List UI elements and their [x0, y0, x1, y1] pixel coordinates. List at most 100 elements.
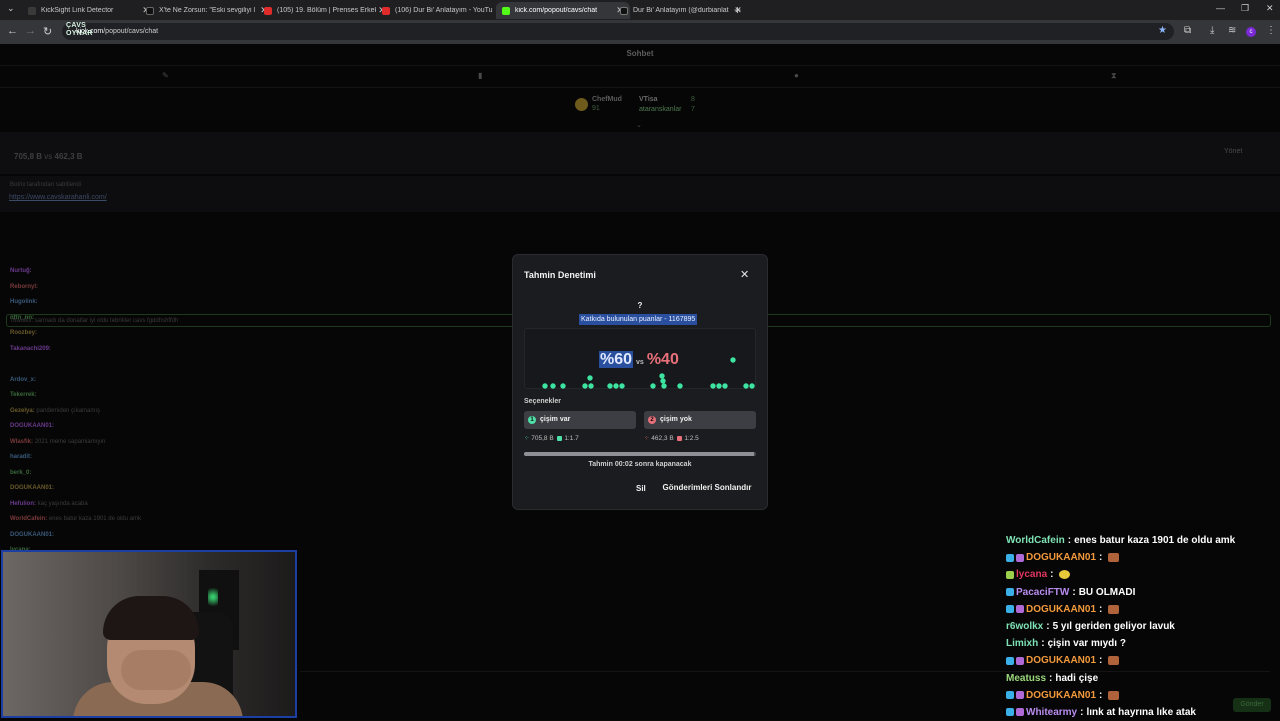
- overlay-chat-separator: :: [1080, 706, 1084, 718]
- overlay-chat-message: r6wolkx:5 yıl geriden geliyor lavuk: [1006, 618, 1276, 635]
- chat-username[interactable]: Nurtuğ:: [10, 268, 32, 274]
- chat-message: WorldCafein: enes batur kaza 1901 de old…: [10, 512, 290, 528]
- overlay-chat-username: lycana: [1016, 569, 1048, 581]
- tab-kick-chat[interactable]: kick.com/popout/cavs/chat ✕: [496, 2, 630, 19]
- chat-message: Hefulion: kaç yaşında acaba: [10, 497, 290, 513]
- prediction-dot: [650, 383, 656, 389]
- prediction-dot: [659, 373, 665, 379]
- divider: [0, 65, 1280, 66]
- overlay-chat-message: lycana:: [1006, 566, 1276, 583]
- tab-search-icon[interactable]: ⌄: [7, 3, 15, 14]
- chat-message: haradit:: [10, 450, 290, 466]
- prediction-dot: [560, 383, 566, 389]
- tab-youtube-2[interactable]: (106) Dur Bi' Anlatayım - YouTu ✕: [376, 2, 510, 19]
- user-badge-icon: [1006, 588, 1014, 597]
- prediction-question: ?: [637, 301, 643, 310]
- tab-groups-icon[interactable]: ≋: [1228, 25, 1236, 36]
- restore-icon[interactable]: ❐: [1241, 3, 1249, 14]
- menu-kebab-icon[interactable]: ⋮: [1266, 25, 1276, 36]
- chat-username[interactable]: Hefulion:: [10, 501, 36, 507]
- option-number-badge: 2: [648, 416, 656, 424]
- chat-username[interactable]: Wlasfik:: [10, 439, 33, 445]
- chat-username[interactable]: Takanachi209:: [10, 346, 51, 352]
- overlay-chat-separator: :: [1050, 569, 1054, 581]
- ratio-icon: [557, 435, 563, 441]
- chat-username[interactable]: Tekerrek:: [10, 392, 37, 398]
- chat-text: kaç yaşında acaba: [37, 500, 88, 507]
- tab-x[interactable]: X'te Ne Zorsun: "Eski sevgiliyi l ✕: [140, 2, 274, 19]
- tab-youtube-1[interactable]: (105) 19. Bölüm | Prenses Erkek ✕: [258, 2, 392, 19]
- chat-username[interactable]: WorldCafein:: [10, 516, 47, 522]
- overlay-chat-separator: :: [1099, 603, 1103, 615]
- download-icon[interactable]: ⤓: [1210, 25, 1214, 36]
- prediction-vs: vs: [44, 152, 53, 161]
- close-icon[interactable]: ✕: [740, 268, 749, 281]
- pinned-link[interactable]: https://www.cavskarahanli.com/: [9, 194, 107, 201]
- chat-text: pandemiden çıkamamış: [36, 407, 101, 414]
- x-logo-icon: [146, 6, 154, 15]
- minimize-icon[interactable]: —: [1216, 3, 1225, 13]
- overlay-chat-text: çişin var mıydı ?: [1047, 638, 1126, 650]
- prediction-dot: [661, 383, 667, 389]
- chat-username[interactable]: DOGUKAAN01:: [10, 532, 54, 538]
- chat-username[interactable]: berk_0:: [10, 470, 31, 476]
- back-icon[interactable]: ←: [7, 25, 18, 37]
- countdown-progress: [524, 452, 756, 456]
- reload-icon[interactable]: ↻: [43, 25, 52, 38]
- hourglass-icon[interactable]: ⧗: [1111, 71, 1117, 81]
- chat-username[interactable]: Ardov_x:: [10, 377, 36, 383]
- url-field[interactable]: kick.com/popout/cavs/chat: [62, 23, 1174, 40]
- overlay-chat-username: DOGUKAAN01: [1026, 689, 1097, 701]
- bookmark-star-icon[interactable]: ★: [1158, 25, 1167, 36]
- points-icon: ⁘: [644, 435, 650, 442]
- options-label: Seçenekler: [524, 398, 561, 405]
- overlay-chat-separator: :: [1099, 689, 1103, 701]
- prediction-dot: [619, 383, 625, 389]
- overlay-chat-text: 5 yıl geriden geliyor lavuk: [1052, 620, 1175, 632]
- option-number-badge: 1: [528, 416, 536, 424]
- chat-message: Rebornyl:: [10, 280, 290, 296]
- user-badge-icon: [1016, 553, 1024, 562]
- percent-right: %40: [646, 351, 679, 368]
- end-submissions-button[interactable]: Gönderimleri Sonlandır: [656, 479, 758, 497]
- tab-kicksight[interactable]: KickSight Link Detector ✕: [22, 2, 156, 19]
- profile-avatar[interactable]: c: [1246, 27, 1256, 37]
- extensions-icon[interactable]: ⧉: [1184, 25, 1191, 36]
- percent-vs: vs: [636, 359, 644, 366]
- trash-icon[interactable]: ▮: [478, 71, 482, 80]
- option-2[interactable]: 2 çişim yok: [644, 411, 756, 429]
- chat-username[interactable]: Gezelya:: [10, 408, 35, 414]
- pin-icon[interactable]: ✎: [162, 71, 169, 80]
- new-tab-icon[interactable]: +: [734, 3, 741, 17]
- close-window-icon[interactable]: ✕: [1266, 3, 1274, 14]
- emote-icon: [1059, 570, 1071, 580]
- delete-button[interactable]: Sil: [636, 484, 646, 493]
- leaderboard-first-value: 91: [592, 105, 600, 112]
- forward-icon[interactable]: →: [25, 25, 36, 37]
- prediction-summary-bar[interactable]: 705,8 B vs 462,3 B Yönet: [0, 132, 1280, 174]
- overlay-chat-text: lınk at hayrına lıke atak: [1086, 706, 1196, 718]
- chat-username[interactable]: Roozbey:: [10, 330, 37, 336]
- manage-button[interactable]: Yönet: [1224, 148, 1242, 155]
- prediction-dot: [550, 383, 556, 389]
- overlay-chat-username: PacaciFTW: [1016, 586, 1070, 598]
- user-badge-icon: [1016, 691, 1024, 700]
- chat-username[interactable]: DOGUKAAN01:: [10, 423, 54, 429]
- overlay-chat-separator: :: [1046, 620, 1050, 632]
- option-1[interactable]: 1 çişim var: [524, 411, 636, 429]
- total-points: Katkıda bulunulan puanlar - 1167895: [579, 314, 698, 325]
- chevron-down-icon[interactable]: ⌄: [636, 121, 642, 129]
- prediction-dot: [587, 375, 593, 381]
- overlay-chat-message: DOGUKAAN01:: [1006, 601, 1276, 618]
- youtube-icon: [382, 6, 390, 15]
- option-2-stats: ⁘ 462,3 B 1:2.5: [644, 434, 699, 442]
- overlay-chat-message: Meatuss: hadi çişe: [1006, 670, 1276, 687]
- chat-username[interactable]: DOGUKAAN01:: [10, 485, 54, 491]
- tab-tiktok[interactable]: Dur Bi' Anlatayım (@durbianlat ✕: [614, 2, 748, 19]
- chat-username[interactable]: Hugolink:: [10, 299, 38, 305]
- kick-icon: [502, 6, 510, 15]
- overlay-chat-separator: :: [1049, 672, 1053, 684]
- chat-username[interactable]: Rebornyl:: [10, 284, 38, 290]
- chat-username[interactable]: haradit:: [10, 454, 32, 460]
- chat-bubble-icon[interactable]: ●: [794, 71, 799, 80]
